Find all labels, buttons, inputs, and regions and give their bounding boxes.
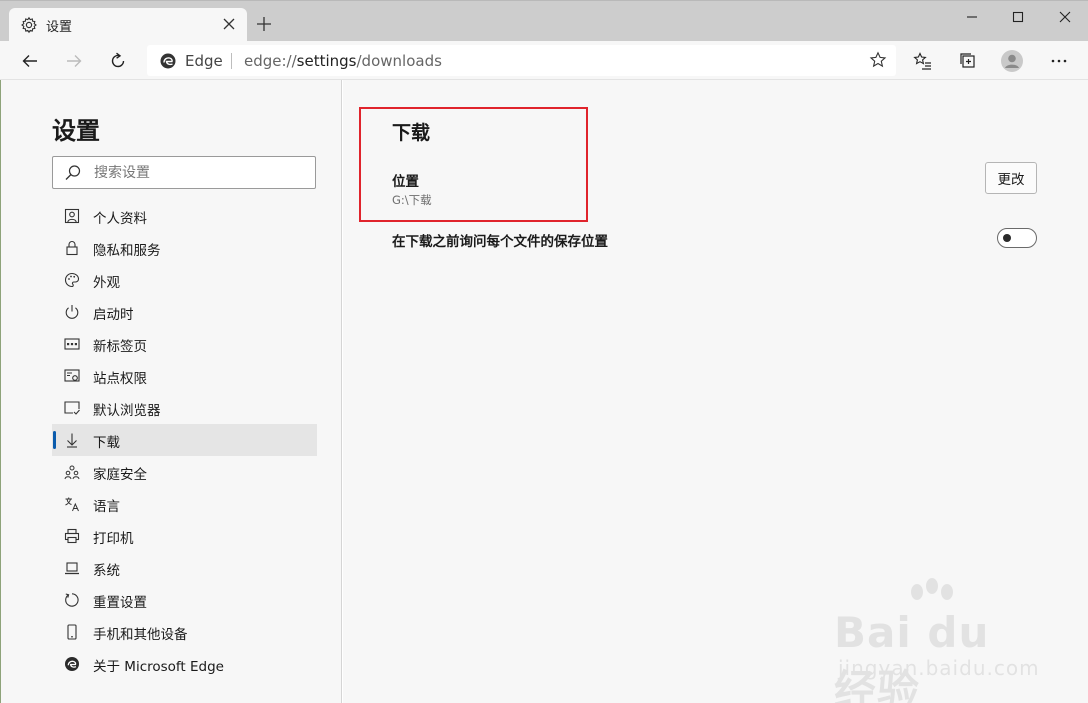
page-title: 下载 (392, 122, 431, 144)
change-location-button[interactable]: 更改 (985, 162, 1037, 194)
address-site-label: Edge (185, 52, 223, 70)
sidebar-item-language[interactable]: 语言 (52, 488, 317, 520)
sidebar-item-label: 下载 (93, 435, 120, 451)
new-tab-page-icon (63, 335, 81, 353)
maximize-icon[interactable] (1006, 6, 1030, 28)
search-settings-input[interactable] (94, 157, 309, 188)
sidebar-item-label: 新标签页 (93, 339, 147, 355)
address-bar[interactable]: Edge edge://settings/downloads (147, 45, 896, 76)
search-icon (64, 164, 82, 182)
printer-icon (63, 527, 81, 545)
sidebar-item-label: 站点权限 (93, 371, 147, 387)
settings-nav: 个人资料 隐私和服务 外观 启动时 新标签页 站点权限 默认浏览器 下载 家庭安… (52, 200, 317, 680)
settings-sidebar: 设置 个人资料 隐私和服务 外观 启动时 新标签页 站点权限 (0, 80, 342, 703)
collections-icon[interactable] (956, 49, 980, 73)
sidebar-item-downloads[interactable]: 下载 (52, 424, 317, 456)
sidebar-item-site-permissions[interactable]: 站点权限 (52, 360, 317, 392)
sidebar-item-system[interactable]: 系统 (52, 552, 317, 584)
family-icon (63, 463, 81, 481)
sidebar-item-label: 系统 (93, 563, 120, 579)
refresh-icon[interactable] (106, 49, 130, 73)
sidebar-item-about[interactable]: 关于 Microsoft Edge (52, 648, 317, 680)
url-host: settings (296, 52, 357, 70)
sidebar-item-profile[interactable]: 个人资料 (52, 200, 317, 232)
language-icon (63, 495, 81, 513)
profile-icon (63, 207, 81, 225)
lock-icon (63, 239, 81, 257)
title-bar: 设置 (0, 0, 1088, 42)
back-icon[interactable] (18, 49, 42, 73)
address-separator (231, 53, 232, 69)
baidu-jingyan-watermark: Bai du 经验 jingyan.baidu.com (832, 578, 1042, 703)
tab-settings[interactable]: 设置 (9, 8, 247, 42)
ask-save-location-toggle[interactable] (997, 228, 1037, 248)
reset-icon (63, 591, 81, 609)
watermark-sub-text: jingyan.baidu.com (838, 656, 1040, 680)
sidebar-item-printers[interactable]: 打印机 (52, 520, 317, 552)
sidebar-item-family-safety[interactable]: 家庭安全 (52, 456, 317, 488)
edge-logo-icon (159, 52, 177, 70)
location-path: G:\下载 (392, 193, 432, 207)
sidebar-item-label: 个人资料 (93, 211, 147, 227)
sidebar-item-reset[interactable]: 重置设置 (52, 584, 317, 616)
sidebar-item-default-browser[interactable]: 默认浏览器 (52, 392, 317, 424)
sidebar-item-startup[interactable]: 启动时 (52, 296, 317, 328)
sidebar-item-appearance[interactable]: 外观 (52, 264, 317, 296)
minimize-icon[interactable] (960, 6, 984, 28)
sidebar-item-phone-devices[interactable]: 手机和其他设备 (52, 616, 317, 648)
default-browser-icon (63, 399, 81, 417)
sidebar-item-label: 手机和其他设备 (93, 627, 188, 643)
sidebar-item-new-tab-page[interactable]: 新标签页 (52, 328, 317, 360)
palette-icon (63, 271, 81, 289)
phone-icon (63, 623, 81, 641)
sidebar-item-label: 隐私和服务 (93, 243, 161, 259)
profile-avatar-icon[interactable] (1000, 49, 1024, 73)
sidebar-item-label: 语言 (93, 499, 120, 515)
url-scheme: edge:// (244, 52, 297, 70)
window-close-icon[interactable] (1053, 6, 1077, 28)
ask-save-location-label: 在下载之前询问每个文件的保存位置 (392, 234, 608, 250)
sidebar-item-label: 外观 (93, 275, 120, 291)
power-icon (63, 303, 81, 321)
favorite-star-icon[interactable] (868, 50, 888, 70)
toggle-knob (1003, 234, 1011, 242)
tab-close-icon[interactable] (219, 14, 239, 34)
site-permissions-icon (63, 367, 81, 385)
sidebar-item-label: 打印机 (93, 531, 134, 547)
sidebar-item-label: 家庭安全 (93, 467, 147, 483)
sidebar-item-label: 启动时 (93, 307, 134, 323)
edge-logo-icon (63, 655, 81, 673)
forward-icon[interactable] (62, 49, 86, 73)
tab-title: 设置 (46, 20, 73, 35)
location-label: 位置 (392, 174, 419, 190)
sidebar-item-label: 关于 Microsoft Edge (93, 659, 224, 675)
gear-icon (20, 16, 38, 34)
url-path: /downloads (356, 52, 442, 70)
sidebar-item-label: 重置设置 (93, 595, 147, 611)
new-tab-icon[interactable] (254, 14, 274, 34)
favorites-icon[interactable] (911, 49, 935, 73)
sidebar-item-label: 默认浏览器 (93, 403, 161, 419)
sidebar-item-privacy[interactable]: 隐私和服务 (52, 232, 317, 264)
more-options-icon[interactable] (1047, 49, 1071, 73)
address-url: edge://settings/downloads (244, 52, 442, 70)
browser-toolbar: Edge edge://settings/downloads (0, 41, 1088, 80)
search-box (52, 156, 316, 189)
laptop-icon (63, 559, 81, 577)
settings-title: 设置 (52, 117, 100, 145)
download-icon (63, 431, 81, 449)
